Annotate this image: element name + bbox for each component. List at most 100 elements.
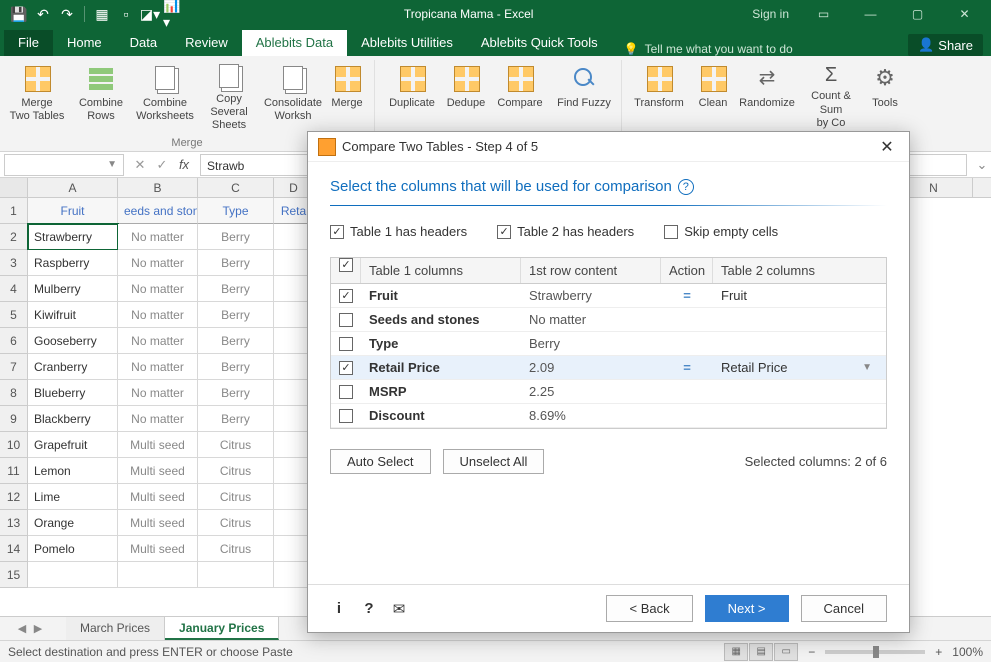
cell[interactable]: Multi seed	[118, 510, 198, 536]
transform-button[interactable]: Transform	[628, 60, 690, 130]
row-header[interactable]: 10	[0, 432, 28, 458]
row-header[interactable]: 11	[0, 458, 28, 484]
cell[interactable]: Lime	[28, 484, 118, 510]
sign-in-link[interactable]: Sign in	[752, 7, 789, 21]
table-row[interactable]: Seeds and stonesNo matter	[331, 308, 886, 332]
dialog-close-icon[interactable]: ✕	[875, 137, 899, 157]
sheet-nav-prev-icon[interactable]: ◀	[14, 622, 30, 635]
sheet-tab-march[interactable]: March Prices	[66, 617, 165, 640]
mail-icon[interactable]: ✉	[390, 600, 408, 618]
find-fuzzy-button[interactable]: Find Fuzzy	[553, 60, 615, 130]
tools-button[interactable]: ⚙Tools	[864, 60, 906, 130]
row-header[interactable]: 1	[0, 198, 28, 224]
action-cell[interactable]: =	[661, 356, 713, 380]
copy-sheets-button[interactable]: Copy Several Sheets	[198, 60, 260, 130]
cell[interactable]: Berry	[198, 250, 274, 276]
cell[interactable]: Cranberry	[28, 354, 118, 380]
cell[interactable]: No matter	[118, 250, 198, 276]
view-normal-icon[interactable]: ▦	[724, 643, 748, 661]
table2-column-select[interactable]: Retail Price▼	[713, 356, 886, 380]
cell[interactable]: Pomelo	[28, 536, 118, 562]
cell[interactable]: Strawberry	[28, 224, 118, 250]
clean-button[interactable]: Clean	[692, 60, 734, 130]
zoom-value[interactable]: 100%	[952, 645, 983, 659]
help-footer-icon[interactable]: ?	[360, 600, 378, 617]
select-all-checkbox[interactable]	[339, 258, 353, 272]
row-checkbox[interactable]	[339, 337, 353, 351]
randomize-button[interactable]: ⇄Randomize	[736, 60, 798, 130]
cell[interactable]: Berry	[198, 224, 274, 250]
ribbon-display-icon[interactable]: ▭	[801, 0, 846, 28]
expand-formula-icon[interactable]: ⌄	[973, 157, 991, 173]
cell[interactable]: Multi seed	[118, 536, 198, 562]
row-header[interactable]: 4	[0, 276, 28, 302]
consolidate-button[interactable]: Consolidate Worksh	[262, 60, 324, 130]
tab-ablebits-quick[interactable]: Ablebits Quick Tools	[467, 30, 612, 56]
table2-column-select[interactable]: Fruit	[713, 284, 886, 308]
cell[interactable]: Grapefruit	[28, 432, 118, 458]
table-row[interactable]: MSRP2.25	[331, 380, 886, 404]
tab-file[interactable]: File	[4, 30, 53, 56]
row-header[interactable]: 7	[0, 354, 28, 380]
qat-icon-2[interactable]: ▫	[115, 3, 137, 25]
enter-formula-icon[interactable]: ✓	[152, 155, 172, 175]
cell[interactable]: Kiwifruit	[28, 302, 118, 328]
zoom-out-icon[interactable]: −	[808, 645, 815, 659]
qat-icon-4[interactable]: 📊▾	[163, 3, 185, 25]
maximize-icon[interactable]: ▢	[895, 0, 940, 28]
cell[interactable]: Citrus	[198, 536, 274, 562]
row-checkbox[interactable]	[339, 385, 353, 399]
cell[interactable]: Lemon	[28, 458, 118, 484]
cell[interactable]: Berry	[198, 302, 274, 328]
redo-icon[interactable]: ↷	[56, 3, 78, 25]
cell[interactable]: Berry	[198, 276, 274, 302]
qat-icon-3[interactable]: ◪▾	[139, 3, 161, 25]
table-row[interactable]: FruitStrawberry=Fruit	[331, 284, 886, 308]
table-row[interactable]: TypeBerry	[331, 332, 886, 356]
close-icon[interactable]: ✕	[942, 0, 987, 28]
cell[interactable]: Berry	[198, 354, 274, 380]
cell[interactable]: Berry	[198, 380, 274, 406]
next-button[interactable]: Next >	[705, 595, 789, 622]
cell[interactable]: Blackberry	[28, 406, 118, 432]
info-icon[interactable]: i	[330, 600, 348, 617]
unselect-all-button[interactable]: Unselect All	[443, 449, 545, 474]
sheet-tab-january[interactable]: January Prices	[165, 617, 279, 640]
row-header[interactable]: 8	[0, 380, 28, 406]
view-layout-icon[interactable]: ▤	[749, 643, 773, 661]
sheet-nav-next-icon[interactable]: ▶	[30, 622, 46, 635]
merge-button[interactable]: Merge	[326, 60, 368, 130]
cell[interactable]: Mulberry	[28, 276, 118, 302]
cell[interactable]: Multi seed	[118, 458, 198, 484]
cell[interactable]: Citrus	[198, 458, 274, 484]
tab-ablebits-data[interactable]: Ablebits Data	[242, 30, 347, 56]
zoom-in-icon[interactable]: +	[935, 645, 942, 659]
row-header[interactable]: 13	[0, 510, 28, 536]
table-row[interactable]: Discount8.69%	[331, 404, 886, 428]
cell[interactable]: No matter	[118, 406, 198, 432]
back-button[interactable]: < Back	[606, 595, 692, 622]
cell[interactable]: No matter	[118, 328, 198, 354]
cell[interactable]: Citrus	[198, 510, 274, 536]
share-button[interactable]: 👤Share	[908, 34, 983, 56]
header-cell[interactable]: Type	[198, 198, 274, 224]
header-cell[interactable]: eeds and ston	[118, 198, 198, 224]
col-header-b[interactable]: B	[118, 178, 198, 197]
cell[interactable]: No matter	[118, 302, 198, 328]
cell[interactable]: Gooseberry	[28, 328, 118, 354]
select-all-corner[interactable]	[0, 178, 28, 197]
compare-button[interactable]: Compare	[489, 60, 551, 130]
chevron-down-icon[interactable]: ▼	[107, 159, 117, 170]
undo-icon[interactable]: ↶	[32, 3, 54, 25]
row-header[interactable]: 14	[0, 536, 28, 562]
cell[interactable]: Citrus	[198, 432, 274, 458]
cell[interactable]: Raspberry	[28, 250, 118, 276]
dedupe-button[interactable]: Dedupe	[445, 60, 487, 130]
row-checkbox[interactable]	[339, 409, 353, 423]
minimize-icon[interactable]: —	[848, 0, 893, 28]
row-header[interactable]: 2	[0, 224, 28, 250]
cell[interactable]: Multi seed	[118, 484, 198, 510]
row-checkbox[interactable]	[339, 289, 353, 303]
save-icon[interactable]: 💾	[8, 3, 30, 25]
auto-select-button[interactable]: Auto Select	[330, 449, 431, 474]
